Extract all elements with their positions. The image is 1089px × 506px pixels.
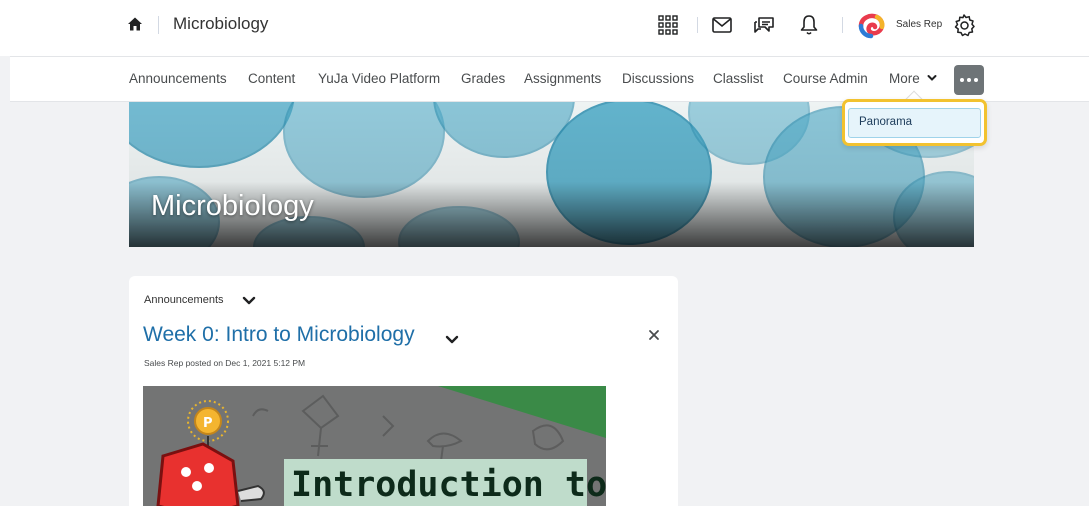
nav-item-course-admin[interactable]: Course Admin: [783, 71, 868, 86]
thumbnail-text: Introduction to: [291, 465, 606, 505]
nav-item-content[interactable]: Content: [248, 71, 295, 86]
settings-icon[interactable]: [951, 12, 977, 38]
nav-item-yuja-video-platform[interactable]: YuJa Video Platform: [318, 71, 440, 86]
banner-title: Microbiology: [151, 190, 314, 222]
chevron-down-icon[interactable]: [242, 295, 256, 307]
top-navbar: Microbiology Sales Rep: [0, 0, 1089, 56]
chevron-down-icon[interactable]: [445, 334, 459, 346]
close-icon[interactable]: [645, 326, 663, 344]
announcements-widget: Announcements Week 0: Intro to Microbiol…: [129, 276, 678, 506]
course-title[interactable]: Microbiology: [173, 14, 268, 34]
menu-item-panorama[interactable]: Panorama: [848, 108, 981, 138]
bell-icon[interactable]: [797, 13, 821, 37]
dot-icon: [974, 78, 978, 82]
announcement-thumbnail: P Introduction to: [143, 386, 606, 506]
nav-item-discussions[interactable]: Discussions: [622, 71, 694, 86]
thumbnail-title-box: Introduction to: [284, 459, 606, 506]
divider: [842, 17, 843, 33]
nav-item-assignments[interactable]: Assignments: [524, 71, 601, 86]
nav-item-more-label: More: [889, 71, 920, 86]
divider: [158, 16, 159, 34]
dot-icon: [960, 78, 964, 82]
mail-icon[interactable]: [710, 13, 734, 37]
waffle-grid-icon[interactable]: [656, 13, 680, 37]
nav-item-announcements[interactable]: Announcements: [129, 71, 227, 86]
announcement-title-link[interactable]: Week 0: Intro to Microbiology: [143, 323, 415, 347]
widget-title: Announcements: [144, 294, 224, 306]
nav-item-grades[interactable]: Grades: [461, 71, 505, 86]
chevron-down-icon: [927, 75, 937, 81]
more-options-button[interactable]: [954, 65, 984, 95]
dot-icon: [967, 78, 971, 82]
course-navbar: Announcements Content YuJa Video Platfor…: [10, 56, 1089, 102]
nav-item-classlist[interactable]: Classlist: [713, 71, 763, 86]
svg-text:P: P: [203, 416, 213, 431]
divider: [697, 17, 698, 33]
user-name[interactable]: Sales Rep: [896, 19, 942, 30]
nav-item-more[interactable]: More: [889, 71, 937, 86]
chat-icon[interactable]: [752, 13, 776, 37]
more-dropdown-menu: Panorama: [842, 99, 987, 146]
user-logo-icon[interactable]: [858, 13, 886, 39]
home-icon[interactable]: [127, 16, 143, 32]
announcement-meta: Sales Rep posted on Dec 1, 2021 5:12 PM: [144, 358, 306, 368]
